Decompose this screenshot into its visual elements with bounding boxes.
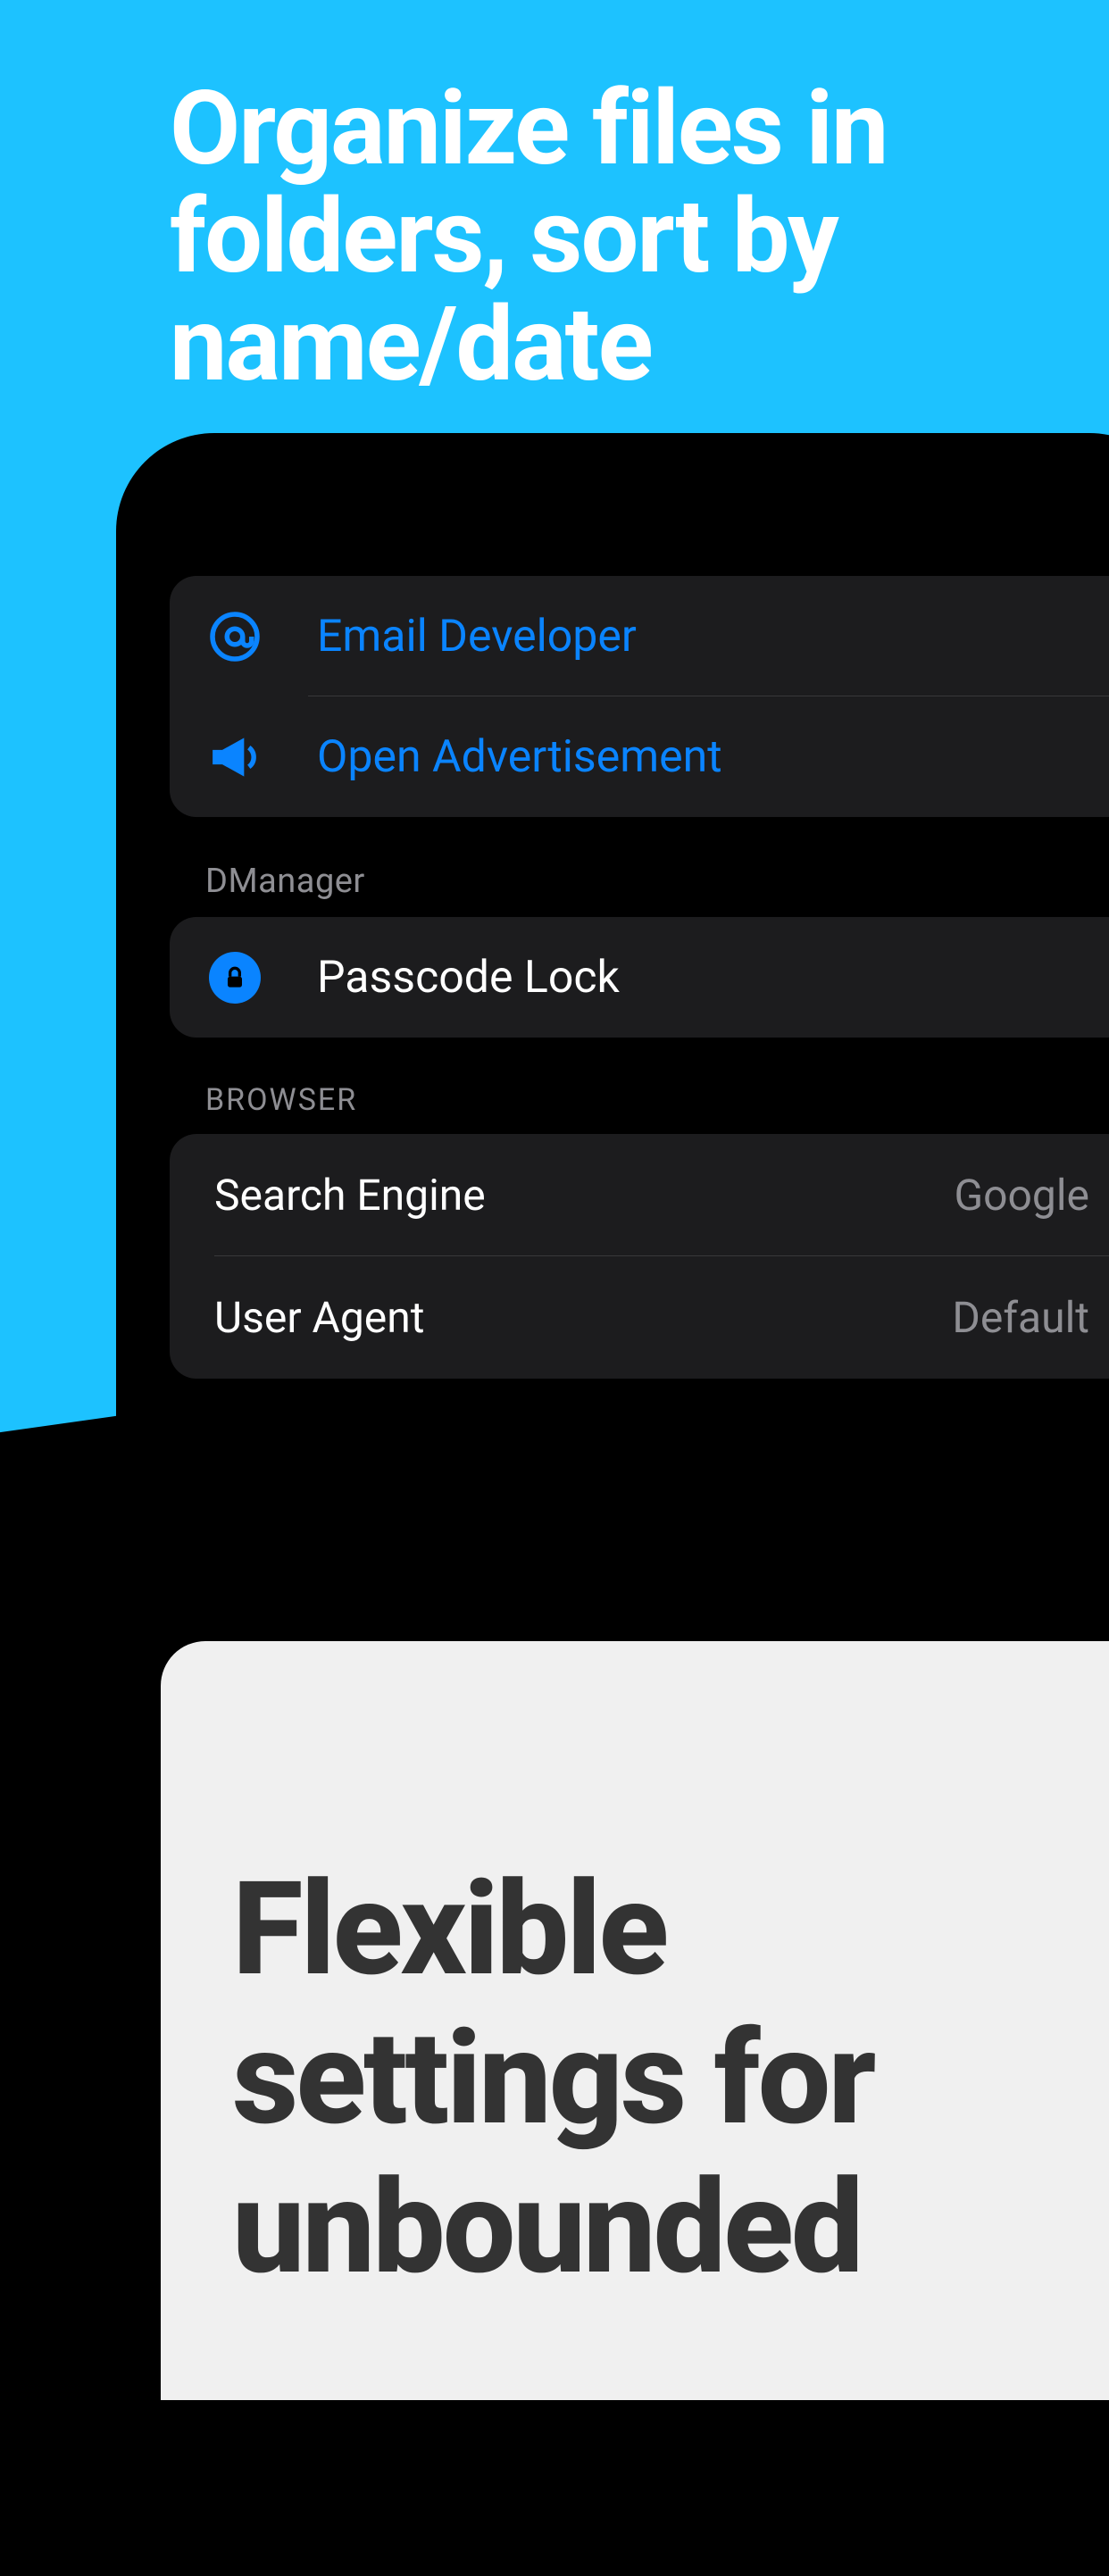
browser-group: Search Engine Google User Agent Default bbox=[170, 1134, 1109, 1379]
user-agent-label: User Agent bbox=[214, 1292, 424, 1343]
search-engine-value: Google bbox=[954, 1170, 1089, 1221]
promo-headline: Organize files in folders, sort by name/… bbox=[170, 76, 1109, 399]
email-developer-label: Email Developer bbox=[317, 611, 1098, 663]
dmanager-group: Passcode Lock bbox=[170, 917, 1109, 1038]
support-group: Email Developer Open Advertisement bbox=[170, 576, 1109, 817]
user-agent-row[interactable]: User Agent Default bbox=[170, 1256, 1109, 1379]
passcode-lock-row[interactable]: Passcode Lock bbox=[170, 917, 1109, 1038]
email-developer-row[interactable]: Email Developer bbox=[170, 576, 1109, 696]
black-bottom-fill bbox=[0, 1641, 161, 2400]
promo-card-text: Flexible settings for unbounded bbox=[232, 1855, 1109, 2302]
device-notch bbox=[491, 433, 813, 491]
at-icon bbox=[205, 607, 263, 665]
passcode-lock-label: Passcode Lock bbox=[317, 952, 1098, 1004]
search-engine-label: Search Engine bbox=[214, 1170, 486, 1221]
settings-screen: Email Developer Open Advertisement DMana… bbox=[116, 469, 1109, 1379]
open-advertisement-label: Open Advertisement bbox=[317, 731, 1098, 783]
search-engine-row[interactable]: Search Engine Google bbox=[170, 1134, 1109, 1256]
lock-icon bbox=[205, 948, 263, 1006]
dmanager-section-label: DManager bbox=[205, 862, 1098, 901]
megaphone-icon bbox=[205, 728, 263, 786]
user-agent-value: Default bbox=[952, 1292, 1089, 1343]
promo-card: Flexible settings for unbounded bbox=[161, 1641, 1109, 2400]
open-advertisement-row[interactable]: Open Advertisement bbox=[170, 696, 1109, 817]
browser-section-label: BROWSER bbox=[205, 1082, 1098, 1118]
